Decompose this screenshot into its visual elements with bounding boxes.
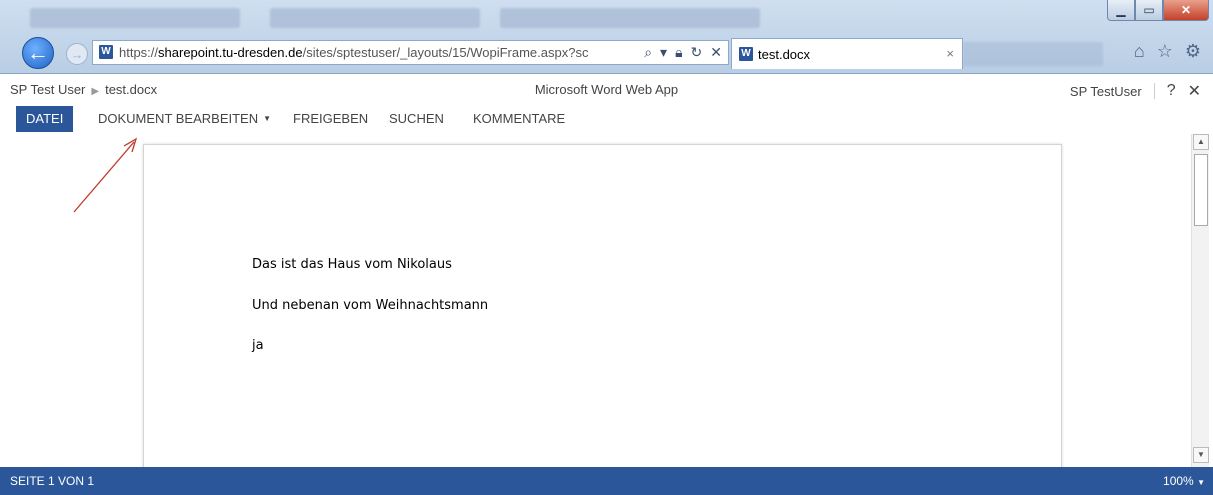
forward-arrow-icon[interactable]: → — [66, 43, 88, 65]
url-domain: sharepoint.tu-dresden.de — [158, 45, 303, 60]
address-tools: ⌕ ▾ 🔒︎ ↻ ✕ — [644, 41, 722, 64]
document-line: ja — [252, 338, 264, 353]
dropdown-icon[interactable]: ▾ — [660, 41, 667, 64]
url-scheme: https:// — [119, 45, 159, 60]
document-line: Und nebenan vom Weihnachtsmann — [252, 298, 489, 313]
tab-comments[interactable]: KOMMENTARE — [473, 111, 565, 126]
stop-icon[interactable]: ✕ — [710, 41, 722, 64]
tab-title: test.docx — [758, 47, 811, 62]
lock-icon[interactable]: 🔒︎ — [675, 41, 682, 64]
word-favicon-icon: W — [739, 47, 753, 61]
navigation-row: ← → W https://sharepoint.tu-dresden.de/s… — [0, 34, 1213, 71]
vertical-scrollbar[interactable]: ▲ ▼ — [1191, 134, 1209, 467]
refresh-icon[interactable]: ↻ — [691, 41, 703, 64]
ribbon-tabs: DATEI DOKUMENT BEARBEITEN ▼ FREIGEBEN SUC… — [0, 106, 1213, 134]
scroll-down-icon[interactable]: ▼ — [1193, 447, 1209, 463]
address-bar[interactable]: W https://sharepoint.tu-dresden.de/sites… — [92, 40, 729, 65]
tab-edit-document[interactable]: DOKUMENT BEARBEITEN ▼ — [98, 111, 271, 126]
status-bar: SEITE 1 VON 1 100% ▼ — [0, 467, 1213, 495]
home-icon[interactable]: ⌂ — [1134, 41, 1145, 62]
chevron-down-icon: ▼ — [1197, 478, 1205, 487]
search-icon[interactable]: ⌕ — [644, 41, 652, 64]
minimize-icon[interactable]: ▁ — [1107, 0, 1135, 21]
settings-gear-icon[interactable]: ⚙ — [1185, 41, 1201, 62]
divider — [1153, 83, 1155, 99]
tab-file[interactable]: DATEI — [16, 106, 74, 132]
window-controls: ▁ ▭ ✕ — [1107, 0, 1209, 22]
title-bar: ▁ ▭ ✕ — [0, 0, 1213, 36]
zoom-control[interactable]: 100% ▼ — [1163, 474, 1205, 488]
back-arrow-icon[interactable]: ← — [22, 37, 54, 69]
user-name[interactable]: SP TestUser — [1070, 84, 1142, 99]
close-icon[interactable]: ✕ — [1188, 81, 1201, 101]
tab-search[interactable]: SUCHEN — [389, 111, 444, 126]
document-area: Das ist das Haus vom Nikolaus Und nebena… — [0, 134, 1213, 467]
favorites-star-icon[interactable]: ☆ — [1157, 41, 1173, 62]
app-header: SP Test User ▶ test.docx Microsoft Word We… — [0, 74, 1213, 106]
blurred-tab[interactable] — [270, 8, 480, 28]
page-indicator: SEITE 1 VON 1 — [10, 474, 95, 488]
tab-share[interactable]: FREIGEBEN — [293, 111, 368, 126]
url-path: /sites/sptestuser/_layouts/15/WopiFrame.… — [302, 45, 589, 60]
browser-chrome: ▁ ▭ ✕ ← → W https://sharepoint.tu-dresde… — [0, 0, 1213, 74]
word-favicon-icon: W — [99, 45, 113, 59]
address-url: https://sharepoint.tu-dresden.de/sites/s… — [119, 41, 624, 64]
tab-edit-label: DOKUMENT BEARBEITEN — [98, 111, 259, 126]
browser-tab-active[interactable]: W test.docx × — [731, 38, 963, 69]
help-icon[interactable]: ? — [1167, 82, 1176, 100]
tab-close-icon[interactable]: × — [946, 46, 954, 61]
user-area: SP TestUser ? ✕ — [1070, 81, 1201, 101]
close-window-icon[interactable]: ✕ — [1163, 0, 1209, 21]
blurred-tab[interactable] — [500, 8, 760, 28]
document-page[interactable]: Das ist das Haus vom Nikolaus Und nebena… — [143, 144, 1062, 467]
maximize-icon[interactable]: ▭ — [1135, 0, 1163, 21]
document-line: Das ist das Haus vom Nikolaus — [252, 257, 452, 272]
app-title: Microsoft Word Web App — [534, 82, 679, 97]
browser-toolbar-icons: ⌂ ☆ ⚙ — [1134, 41, 1201, 62]
new-tab[interactable] — [963, 42, 1103, 66]
blurred-tab[interactable] — [30, 8, 240, 28]
scrollbar-thumb[interactable] — [1194, 154, 1208, 226]
chevron-down-icon: ▼ — [263, 114, 272, 123]
zoom-level: 100% — [1163, 474, 1194, 488]
scroll-up-icon[interactable]: ▲ — [1193, 134, 1209, 150]
